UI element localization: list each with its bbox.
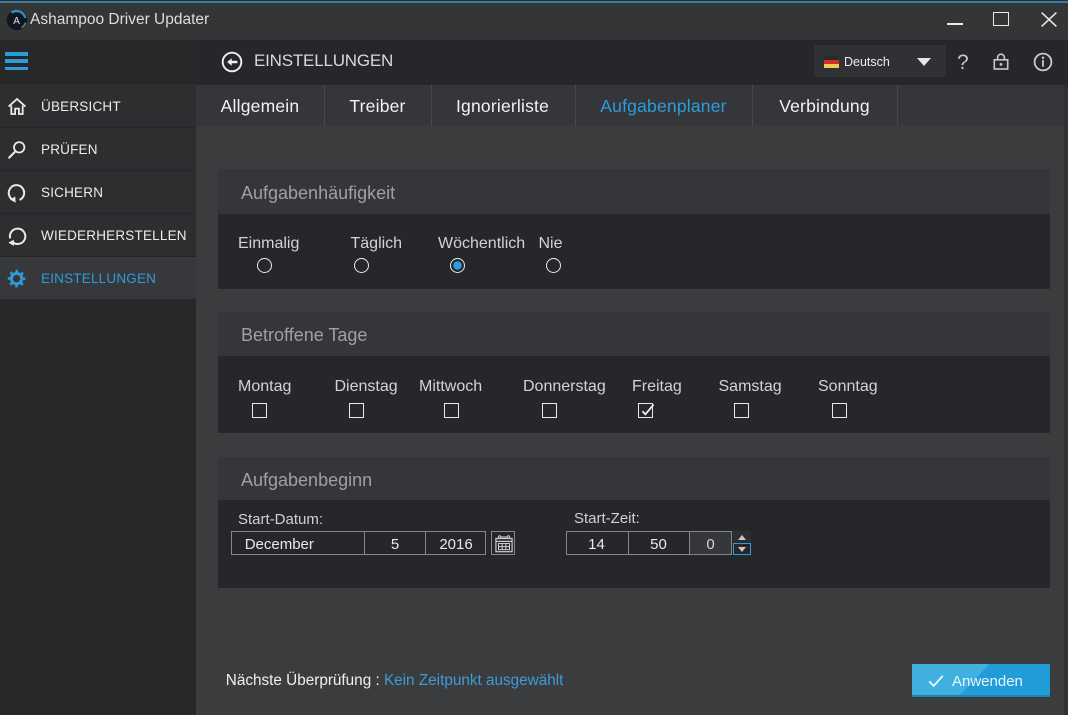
svg-text:A: A (13, 16, 20, 27)
